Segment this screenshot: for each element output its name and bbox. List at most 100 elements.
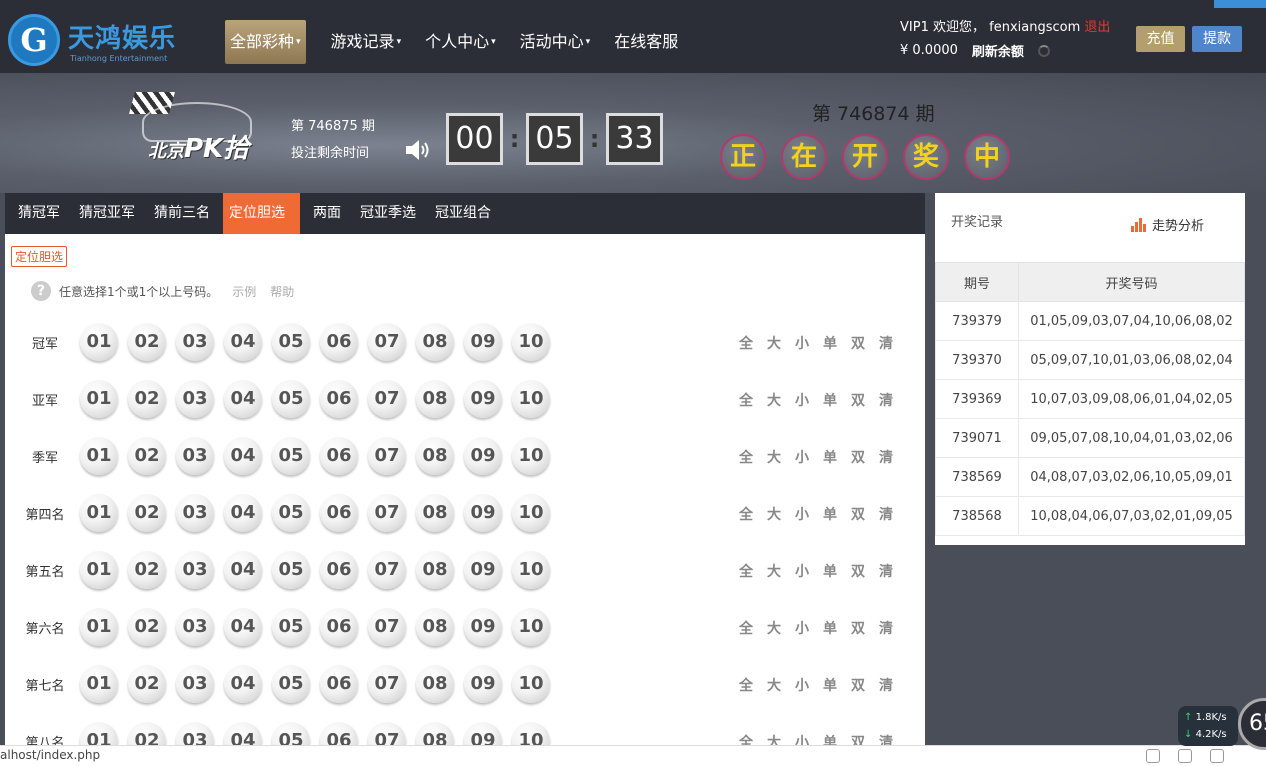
- history-tab[interactable]: 开奖记录: [947, 213, 1007, 232]
- number-ball[interactable]: 08: [416, 608, 454, 646]
- number-ball[interactable]: 05: [272, 551, 310, 589]
- number-ball[interactable]: 03: [176, 437, 214, 475]
- number-ball[interactable]: 10: [512, 608, 550, 646]
- network-monitor[interactable]: ↑ 1.8K/s ↓ 4.2K/s: [1178, 706, 1238, 746]
- quick-pick-button[interactable]: 双: [851, 333, 865, 353]
- number-ball[interactable]: 05: [272, 665, 310, 703]
- quick-pick-button[interactable]: 单: [823, 504, 837, 524]
- quick-pick-button[interactable]: 双: [851, 675, 865, 695]
- quick-pick-button[interactable]: 双: [851, 618, 865, 638]
- quick-pick-button[interactable]: 双: [851, 561, 865, 581]
- number-ball[interactable]: 07: [368, 323, 406, 361]
- number-ball[interactable]: 06: [320, 608, 358, 646]
- number-ball[interactable]: 05: [272, 437, 310, 475]
- quick-pick-button[interactable]: 双: [851, 447, 865, 467]
- number-ball[interactable]: 03: [176, 494, 214, 532]
- number-ball[interactable]: 03: [176, 380, 214, 418]
- number-ball[interactable]: 09: [464, 494, 502, 532]
- number-ball[interactable]: 01: [80, 380, 118, 418]
- quick-pick-button[interactable]: 大: [767, 390, 781, 410]
- quick-pick-button[interactable]: 大: [767, 675, 781, 695]
- quick-pick-button[interactable]: 双: [851, 390, 865, 410]
- quick-pick-button[interactable]: 清: [879, 333, 893, 353]
- number-ball[interactable]: 05: [272, 380, 310, 418]
- tab-play-type[interactable]: 猜冠军: [12, 193, 66, 234]
- number-ball[interactable]: 05: [272, 494, 310, 532]
- number-ball[interactable]: 06: [320, 494, 358, 532]
- quick-pick-button[interactable]: 全: [739, 618, 753, 638]
- logout-link[interactable]: 退出: [1084, 20, 1110, 35]
- number-ball[interactable]: 02: [128, 323, 166, 361]
- number-ball[interactable]: 09: [464, 608, 502, 646]
- number-ball[interactable]: 08: [416, 665, 454, 703]
- quick-pick-button[interactable]: 单: [823, 390, 837, 410]
- number-ball[interactable]: 03: [176, 551, 214, 589]
- number-ball[interactable]: 10: [512, 380, 550, 418]
- number-ball[interactable]: 06: [320, 437, 358, 475]
- quick-pick-button[interactable]: 清: [879, 504, 893, 524]
- quick-pick-button[interactable]: 清: [879, 447, 893, 467]
- number-ball[interactable]: 01: [80, 551, 118, 589]
- trend-analysis-link[interactable]: 走势分析: [1131, 215, 1204, 234]
- number-ball[interactable]: 02: [128, 608, 166, 646]
- quick-pick-button[interactable]: 清: [879, 390, 893, 410]
- quick-pick-button[interactable]: 单: [823, 675, 837, 695]
- quick-pick-button[interactable]: 小: [795, 675, 809, 695]
- quick-pick-button[interactable]: 双: [851, 504, 865, 524]
- quick-pick-button[interactable]: 大: [767, 447, 781, 467]
- number-ball[interactable]: 07: [368, 608, 406, 646]
- number-ball[interactable]: 03: [176, 608, 214, 646]
- quick-pick-button[interactable]: 全: [739, 504, 753, 524]
- quick-pick-button[interactable]: 大: [767, 333, 781, 353]
- number-ball[interactable]: 09: [464, 323, 502, 361]
- number-ball[interactable]: 06: [320, 323, 358, 361]
- number-ball[interactable]: 06: [320, 380, 358, 418]
- number-ball[interactable]: 02: [128, 494, 166, 532]
- number-ball[interactable]: 04: [224, 323, 262, 361]
- number-ball[interactable]: 02: [128, 665, 166, 703]
- number-ball[interactable]: 10: [512, 323, 550, 361]
- nav-item-1[interactable]: 游戏记录 ▾: [319, 20, 414, 64]
- quick-pick-button[interactable]: 全: [739, 333, 753, 353]
- tab-play-type[interactable]: 定位胆选: [223, 193, 300, 234]
- quick-pick-button[interactable]: 大: [767, 561, 781, 581]
- number-ball[interactable]: 03: [176, 665, 214, 703]
- number-ball[interactable]: 10: [512, 665, 550, 703]
- number-ball[interactable]: 01: [80, 437, 118, 475]
- number-ball[interactable]: 08: [416, 323, 454, 361]
- number-ball[interactable]: 06: [320, 551, 358, 589]
- quick-pick-button[interactable]: 单: [823, 618, 837, 638]
- quick-pick-button[interactable]: 大: [767, 618, 781, 638]
- number-ball[interactable]: 09: [464, 551, 502, 589]
- number-ball[interactable]: 06: [320, 665, 358, 703]
- quick-pick-button[interactable]: 全: [739, 561, 753, 581]
- number-ball[interactable]: 02: [128, 551, 166, 589]
- quick-pick-button[interactable]: 全: [739, 447, 753, 467]
- number-ball[interactable]: 09: [464, 665, 502, 703]
- brand-logo[interactable]: 天鸿娱乐 Tianhong Entertainment: [8, 12, 188, 66]
- quick-pick-button[interactable]: 大: [767, 504, 781, 524]
- quick-pick-button[interactable]: 清: [879, 675, 893, 695]
- number-ball[interactable]: 04: [224, 551, 262, 589]
- number-ball[interactable]: 08: [416, 494, 454, 532]
- quick-pick-button[interactable]: 清: [879, 618, 893, 638]
- number-ball[interactable]: 10: [512, 494, 550, 532]
- number-ball[interactable]: 02: [128, 380, 166, 418]
- volume-icon[interactable]: [1178, 749, 1192, 763]
- nav-item-0[interactable]: 全部彩种 ▾: [225, 20, 306, 64]
- number-ball[interactable]: 07: [368, 665, 406, 703]
- number-ball[interactable]: 10: [512, 437, 550, 475]
- quick-pick-button[interactable]: 单: [823, 333, 837, 353]
- number-ball[interactable]: 04: [224, 437, 262, 475]
- number-ball[interactable]: 10: [512, 551, 550, 589]
- example-link[interactable]: 示例: [232, 283, 256, 300]
- recharge-button[interactable]: 充值: [1136, 26, 1185, 52]
- tab-play-type[interactable]: 冠亚季选: [354, 193, 422, 234]
- number-ball[interactable]: 02: [128, 437, 166, 475]
- quick-pick-button[interactable]: 清: [879, 561, 893, 581]
- number-ball[interactable]: 01: [80, 323, 118, 361]
- number-ball[interactable]: 07: [368, 380, 406, 418]
- number-ball[interactable]: 01: [80, 608, 118, 646]
- number-ball[interactable]: 08: [416, 551, 454, 589]
- tab-play-type[interactable]: 猜冠亚军: [73, 193, 141, 234]
